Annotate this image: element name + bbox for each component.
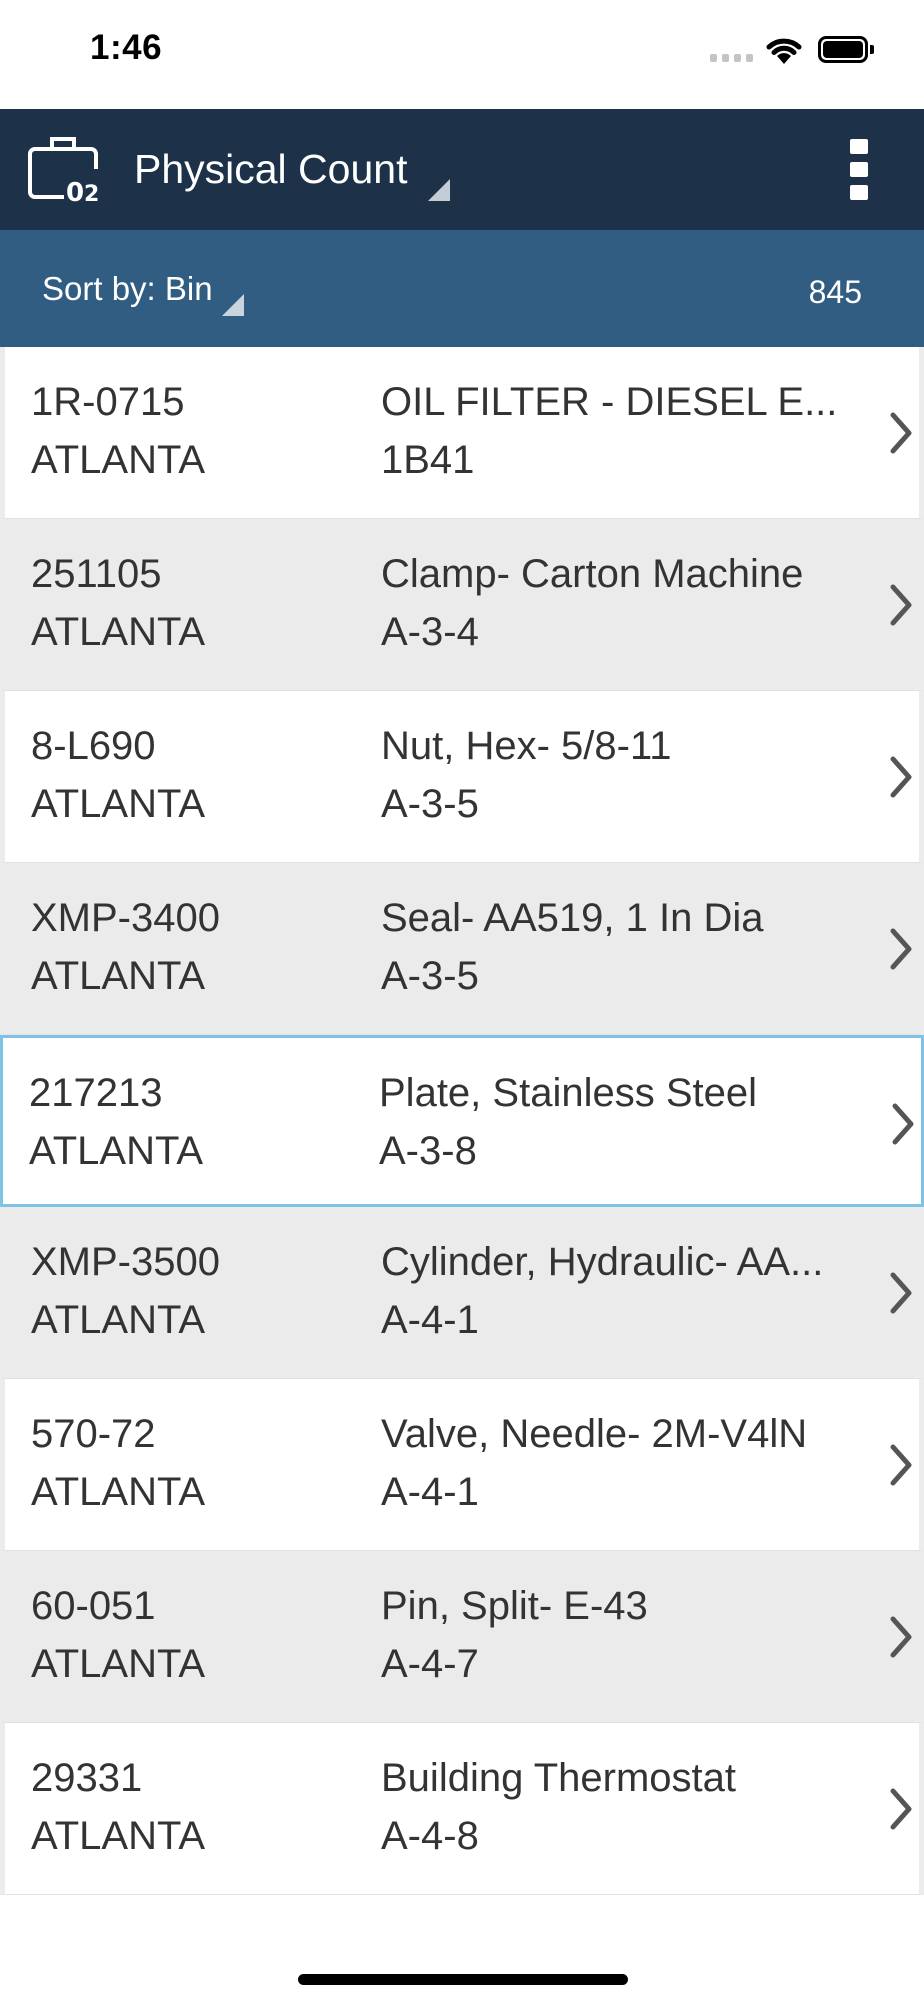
list-item[interactable]: XMP-3500 ATLANTA Cylinder, Hydraulic- AA..…: [0, 1207, 924, 1379]
bottom-safe-area: [0, 1916, 924, 2000]
chevron-right-icon: [890, 584, 912, 626]
svg-text:0: 0: [66, 178, 84, 207]
chevron-right-icon: [890, 928, 912, 970]
page-title: Physical Count: [134, 146, 408, 192]
part-number: 8-L690: [31, 724, 156, 768]
chevron-right-icon: [890, 412, 912, 454]
home-indicator[interactable]: [298, 1974, 628, 1985]
sort-bar: Sort by: Bin 845: [0, 230, 924, 347]
site-name: ATLANTA: [31, 782, 206, 826]
chevron-right-icon: [890, 1272, 912, 1314]
toolbox-icon[interactable]: 0 2: [26, 131, 106, 207]
list-item[interactable]: 8-L690 ATLANTA Nut, Hex- 5/8-11 A-3-5: [0, 691, 924, 863]
list-item[interactable]: 1R-0715 ATLANTA OIL FILTER - DIESEL E... 1B…: [0, 347, 924, 519]
app-header: 0 2 Physical Count: [0, 109, 924, 230]
item-description: Cylinder, Hydraulic- AA...: [381, 1240, 824, 1284]
site-name: ATLANTA: [31, 1642, 206, 1686]
list-item[interactable]: 570-72 ATLANTA Valve, Needle- 2M-V4lN A-4-1: [0, 1379, 924, 1551]
part-number: XMP-3500: [31, 1240, 220, 1284]
part-number: 1R-0715: [31, 380, 185, 424]
bin-location: 1B41: [381, 438, 475, 482]
site-name: ATLANTA: [31, 954, 206, 998]
chevron-right-icon: [890, 756, 912, 798]
site-name: ATLANTA: [31, 438, 206, 482]
status-time: 1:46: [90, 28, 163, 67]
overflow-menu-icon[interactable]: [840, 139, 880, 201]
item-description: Valve, Needle- 2M-V4lN: [381, 1412, 808, 1456]
sort-by-selector[interactable]: Sort by: Bin: [42, 270, 213, 308]
bin-location: A-3-8: [379, 1129, 477, 1173]
status-bar: 1:46: [0, 0, 924, 109]
bin-location: A-3-5: [381, 954, 479, 998]
title-dropdown[interactable]: Physical Count: [134, 109, 407, 230]
item-description: Pin, Split- E-43: [381, 1584, 648, 1628]
item-description: Nut, Hex- 5/8-11: [381, 724, 672, 768]
bin-location: A-3-4: [381, 610, 479, 654]
bin-location: A-4-7: [381, 1642, 479, 1686]
item-list: 1R-0715 ATLANTA OIL FILTER - DIESEL E... 1B…: [0, 347, 924, 1895]
part-number: 570-72: [31, 1412, 156, 1456]
chevron-right-icon: [890, 1616, 912, 1658]
item-description: OIL FILTER - DIESEL E...: [381, 380, 838, 424]
list-item[interactable]: 29331 ATLANTA Building Thermostat A-4-8: [0, 1723, 924, 1895]
site-name: ATLANTA: [31, 1470, 206, 1514]
site-name: ATLANTA: [31, 1298, 206, 1342]
item-description: Plate, Stainless Steel: [379, 1071, 757, 1115]
item-description: Clamp- Carton Machine: [381, 552, 804, 596]
site-name: ATLANTA: [29, 1129, 204, 1173]
list-item[interactable]: XMP-3400 ATLANTA Seal- AA519, 1 In Dia A-3-…: [0, 863, 924, 1035]
svg-text:2: 2: [84, 182, 99, 207]
chevron-right-icon: [892, 1103, 914, 1145]
item-description: Building Thermostat: [381, 1756, 736, 1800]
item-description: Seal- AA519, 1 In Dia: [381, 896, 764, 940]
item-count: 845: [808, 274, 862, 310]
part-number: 60-051: [31, 1584, 156, 1628]
part-number: XMP-3400: [31, 896, 220, 940]
part-number: 251105: [31, 552, 162, 596]
bin-location: A-4-1: [381, 1470, 479, 1514]
bin-location: A-4-8: [381, 1814, 479, 1858]
sort-caret-icon[interactable]: [222, 294, 244, 316]
site-name: ATLANTA: [31, 1814, 206, 1858]
dropdown-caret-icon[interactable]: [428, 179, 450, 201]
chevron-right-icon: [890, 1788, 912, 1830]
bin-location: A-3-5: [381, 782, 479, 826]
chevron-right-icon: [890, 1444, 912, 1486]
list-item[interactable]: 60-051 ATLANTA Pin, Split- E-43 A-4-7: [0, 1551, 924, 1723]
bin-location: A-4-1: [381, 1298, 479, 1342]
list-item[interactable]: 251105 ATLANTA Clamp- Carton Machine A-3-4: [0, 519, 924, 691]
part-number: 217213: [29, 1071, 163, 1115]
wifi-icon: [766, 38, 802, 64]
cellular-signal-icon: [710, 54, 754, 62]
physical-count-screen: 1:46 0 2 Physical Count Sort by: Bin 845…: [0, 0, 924, 2000]
battery-icon: [818, 36, 874, 63]
site-name: ATLANTA: [31, 610, 206, 654]
list-item[interactable]: 217213 ATLANTA Plate, Stainless Steel A-3-8: [0, 1035, 924, 1207]
part-number: 29331: [31, 1756, 143, 1800]
